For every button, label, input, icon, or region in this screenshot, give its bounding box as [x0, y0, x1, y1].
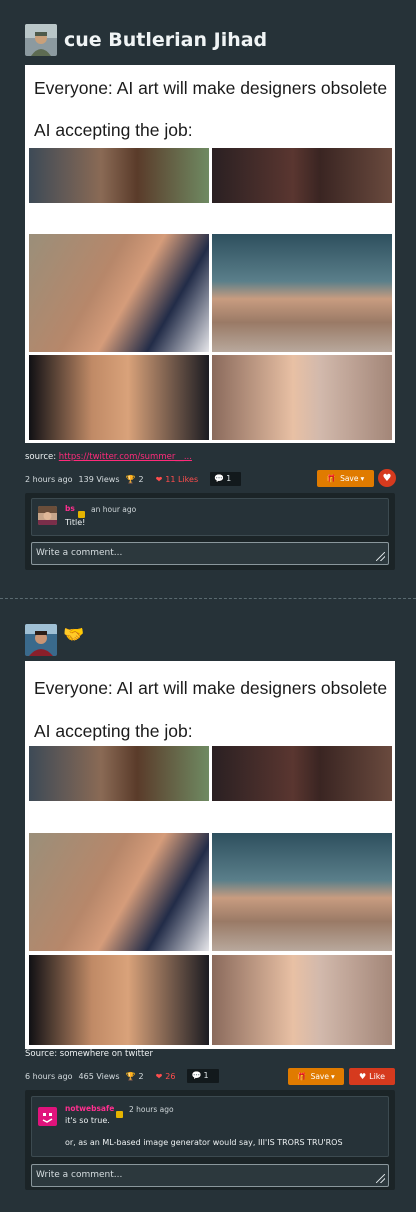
heart-icon: ♥: [358, 1072, 367, 1081]
like-button[interactable]: ♥ Like: [349, 1068, 395, 1085]
like-count: 26: [165, 1071, 176, 1081]
handshake-photo-3: [29, 833, 209, 951]
view-count: 139 Views: [78, 474, 120, 484]
award-count: 2: [138, 474, 144, 484]
source-link[interactable]: https://twitter.com/summer__...: [59, 452, 192, 462]
comment-count-pill[interactable]: 💬 1: [187, 1069, 219, 1083]
post-meta: 2 hours ago 139 Views 🏆 2 ❤ 11 Likes 💬 1: [25, 471, 242, 487]
post-title-emoji[interactable]: 🤝: [63, 625, 84, 645]
post-2: 🤝 Everyone: AI art will make designers o…: [0, 600, 416, 1212]
handshake-photo-1: [29, 148, 209, 203]
handshake-photo-2: [212, 148, 392, 203]
award-icon[interactable]: 🏆 2: [126, 475, 150, 484]
author-avatar[interactable]: [25, 624, 57, 656]
source-label: source:: [25, 452, 57, 462]
commenter-avatar[interactable]: [38, 1107, 57, 1126]
comment-input[interactable]: [36, 546, 356, 560]
save-label: Save: [310, 1072, 329, 1081]
handshake-photo-6: [212, 355, 392, 440]
source-line: source: https://twitter.com/summer__...: [25, 452, 192, 462]
post-title[interactable]: cue Butlerian Jihad: [64, 29, 267, 51]
handshake-photo-2: [212, 746, 392, 801]
like-heart-icon[interactable]: ♥: [378, 469, 396, 487]
comment: notwebsafe 2 hours ago it's so true. or,…: [31, 1096, 389, 1157]
like-count: 11 Likes: [165, 474, 199, 484]
comment-box[interactable]: [31, 542, 389, 565]
likes-icon[interactable]: ❤ 26: [156, 1072, 182, 1081]
comment-text-line-1: it's so true.: [65, 1116, 110, 1125]
post-time: 6 hours ago: [25, 1071, 73, 1081]
post-time: 2 hours ago: [25, 474, 73, 484]
gift-icon: 🎁: [297, 1072, 307, 1081]
commenter-avatar[interactable]: [38, 506, 57, 525]
resize-handle-icon[interactable]: [376, 1174, 385, 1183]
handshake-photo-6: [212, 955, 392, 1045]
handshake-photo-5: [29, 955, 209, 1045]
comment-box[interactable]: [31, 1164, 389, 1187]
source-line: Source: somewhere on twitter: [25, 1049, 154, 1059]
post-image[interactable]: Everyone: AI art will make designers obs…: [25, 661, 395, 1049]
handshake-photo-1: [29, 746, 209, 801]
handshake-photo-3: [29, 234, 209, 352]
comment-input[interactable]: [36, 1168, 356, 1182]
save-button[interactable]: 🎁 Save ▾: [288, 1068, 344, 1085]
handshake-photo-5: [29, 355, 209, 440]
view-count: 465 Views: [78, 1071, 120, 1081]
handshake-photo-4: [212, 234, 392, 352]
comment-time: 2 hours ago: [129, 1105, 174, 1114]
comment-count: 1: [203, 1071, 209, 1080]
award-count: 2: [138, 1071, 144, 1081]
comment-time: an hour ago: [91, 505, 137, 514]
comment: bs an hour ago Title!: [31, 498, 389, 536]
chevron-down-icon: ▾: [360, 474, 365, 483]
save-label: Save: [340, 474, 359, 483]
post-1: cue Butlerian Jihad Everyone: AI art wil…: [0, 0, 416, 590]
resize-handle-icon[interactable]: [376, 552, 385, 561]
comments-panel: notwebsafe 2 hours ago it's so true. or,…: [25, 1090, 395, 1190]
meme-line-1: Everyone: AI art will make designers obs…: [34, 678, 388, 698]
comment-text-line-2: or, as an ML-based image generator would…: [65, 1138, 343, 1147]
like-label: Like: [369, 1072, 386, 1081]
chevron-down-icon: ▾: [331, 1072, 335, 1081]
comment-author[interactable]: bs: [65, 504, 75, 513]
comment-text: Title!: [65, 518, 86, 527]
meme-line-1: Everyone: AI art will make designers obs…: [34, 78, 388, 98]
comment-count-pill[interactable]: 💬 1: [210, 472, 242, 486]
gift-icon: 🎁: [326, 474, 337, 483]
post-image[interactable]: Everyone: AI art will make designers obs…: [25, 65, 395, 443]
handshake-photo-4: [212, 833, 392, 951]
meme-line-2: AI accepting the job:: [34, 721, 193, 741]
award-icon[interactable]: 🏆 2: [126, 1072, 150, 1081]
meme-line-2: AI accepting the job:: [34, 120, 193, 140]
comment-author[interactable]: notwebsafe: [65, 1104, 114, 1113]
post-meta: 6 hours ago 465 Views 🏆 2 ❤ 26 💬 1: [25, 1068, 219, 1084]
post-divider: [0, 598, 416, 599]
likes-icon[interactable]: ❤ 11 Likes: [156, 475, 205, 484]
save-button[interactable]: 🎁 Save ▾: [317, 470, 374, 487]
comment-count: 1: [226, 474, 232, 483]
comments-panel: bs an hour ago Title!: [25, 493, 395, 570]
badge-icon: [116, 1104, 123, 1123]
author-avatar[interactable]: [25, 24, 57, 56]
